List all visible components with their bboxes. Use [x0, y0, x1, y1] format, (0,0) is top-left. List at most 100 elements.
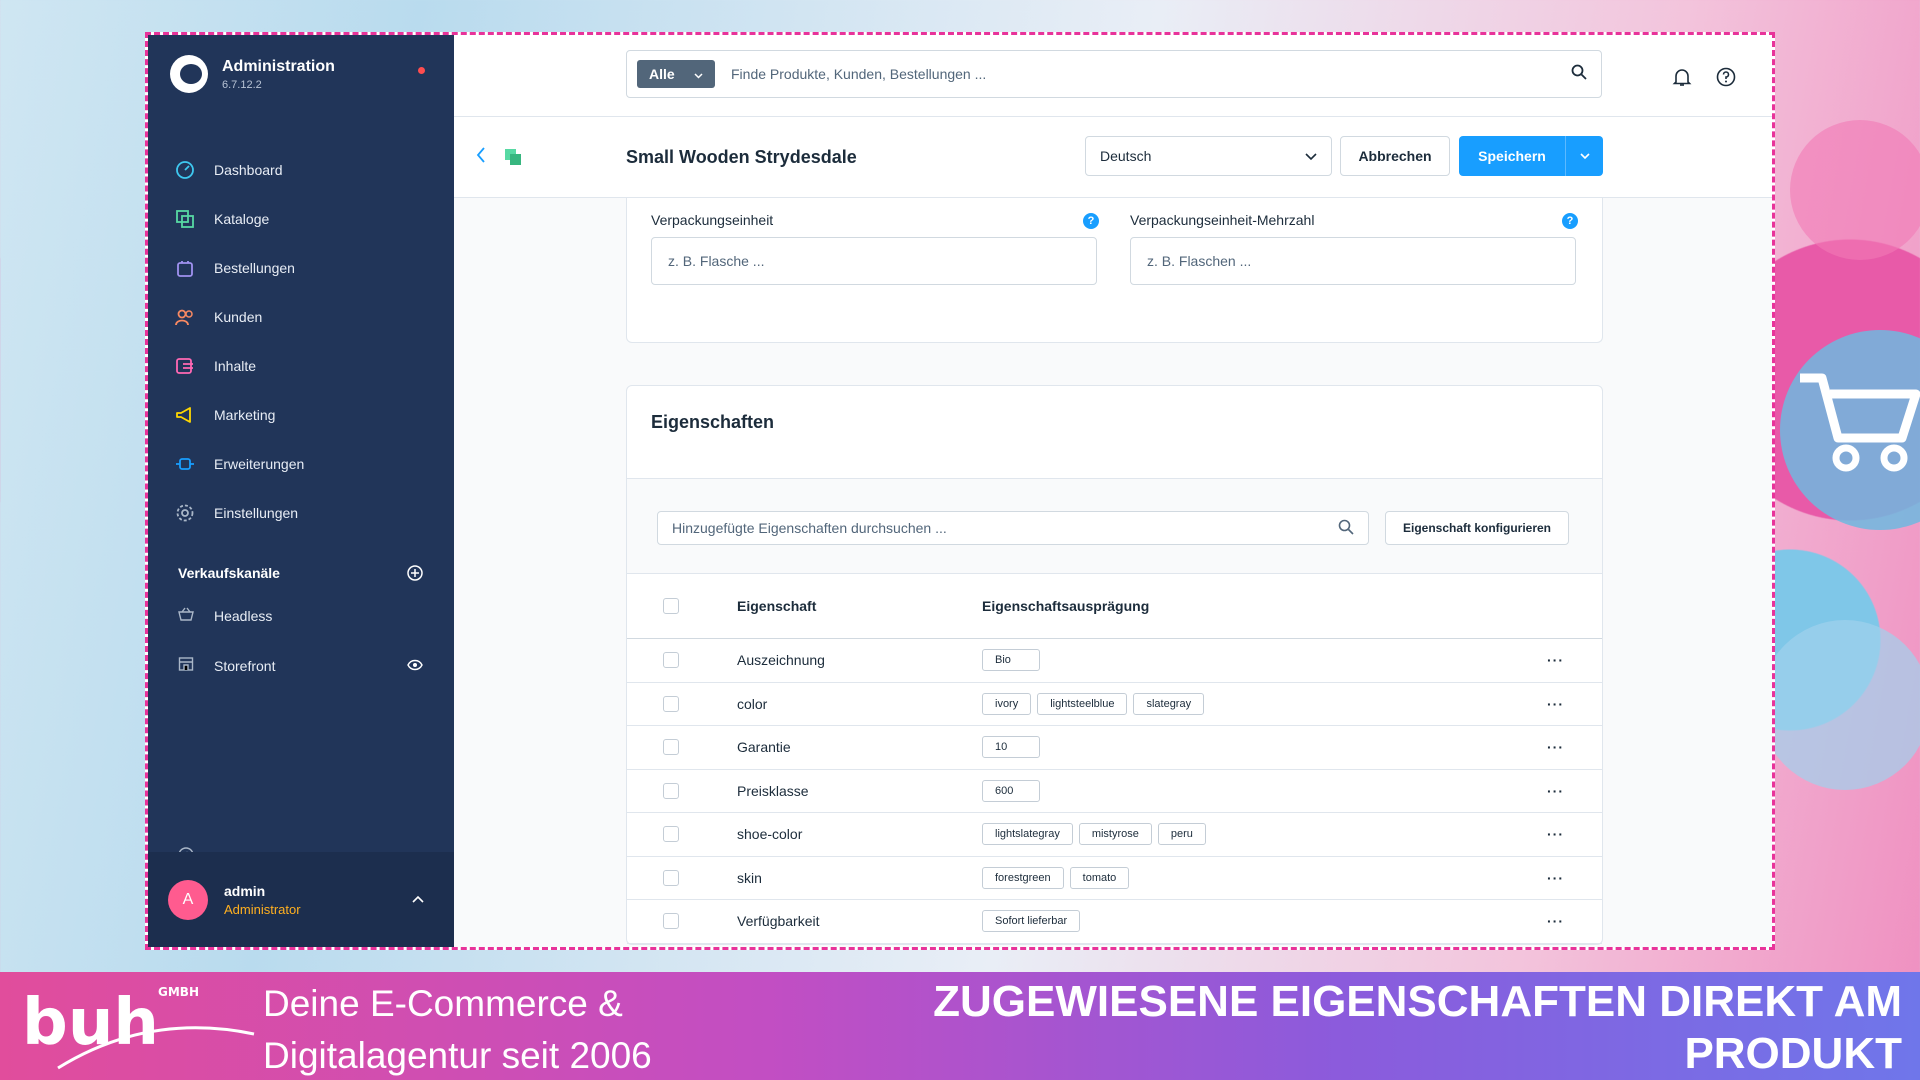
- properties-search-placeholder: Hinzugefügte Eigenschaften durchsuchen .…: [672, 520, 947, 536]
- table-row[interactable]: Preisklasse 600 ···: [627, 770, 1602, 813]
- table-row[interactable]: Verfügbarkeit Sofort lieferbar ···: [627, 900, 1602, 944]
- packaging-unit-input[interactable]: z. B. Flasche ...: [651, 237, 1097, 285]
- property-name: color: [737, 695, 768, 712]
- eye-icon[interactable]: [407, 658, 423, 674]
- row-checkbox[interactable]: [663, 913, 679, 930]
- row-checkbox[interactable]: [663, 826, 679, 843]
- packaging-plural-input[interactable]: z. B. Flaschen ...: [1130, 237, 1576, 285]
- nav-item-einstellungen[interactable]: Einstellungen: [174, 488, 434, 537]
- main-content: Alle Finde Produkte, Kunden, Bestellunge…: [454, 35, 1772, 947]
- configure-property-button[interactable]: Eigenschaft konfigurieren: [1385, 511, 1569, 545]
- dashboard-icon: [174, 159, 196, 181]
- gear-icon: [174, 502, 196, 524]
- help-icon[interactable]: ?: [1562, 213, 1578, 229]
- nav-item-inhalte[interactable]: Inhalte: [174, 341, 434, 390]
- user-name: admin: [224, 882, 266, 899]
- row-actions-button[interactable]: ···: [1547, 913, 1564, 929]
- search-filter-dropdown[interactable]: Alle: [637, 60, 715, 88]
- nav-item-marketing[interactable]: Marketing: [174, 390, 434, 439]
- select-all-checkbox[interactable]: [663, 598, 679, 614]
- column-header-property: Eigenschaft: [737, 598, 817, 614]
- search-icon[interactable]: [1571, 64, 1587, 85]
- help-icon[interactable]: ?: [1083, 213, 1099, 229]
- property-name: Preisklasse: [737, 782, 809, 799]
- property-name: skin: [737, 869, 762, 886]
- row-actions-button[interactable]: ···: [1547, 870, 1564, 886]
- row-actions-button[interactable]: ···: [1547, 739, 1564, 755]
- row-checkbox[interactable]: [663, 652, 679, 669]
- tagline-line-2: Digitalagentur seit 2006: [263, 1035, 652, 1076]
- value-tag: forestgreen: [982, 866, 1064, 889]
- search-filter-label: Alle: [649, 66, 675, 82]
- page-title: Small Wooden Strydesdale: [626, 147, 857, 167]
- customers-icon: [174, 306, 196, 328]
- nav-item-kunden[interactable]: Kunden: [174, 292, 434, 341]
- search-input[interactable]: Finde Produkte, Kunden, Bestellungen ...: [731, 66, 1571, 82]
- column-header-values: Eigenschaftsausprägung: [982, 598, 1150, 614]
- storefront-icon: [178, 656, 196, 675]
- svg-text:buh: buh: [22, 986, 159, 1060]
- save-options-toggle[interactable]: [1565, 136, 1603, 176]
- megaphone-icon: [174, 404, 196, 426]
- properties-table: Eigenschaft Eigenschaftsausprägung Ausze…: [627, 573, 1602, 944]
- row-actions-button[interactable]: ···: [1547, 783, 1564, 799]
- avatar: A: [168, 879, 208, 920]
- row-actions-button[interactable]: ···: [1547, 696, 1564, 712]
- brand[interactable]: Administration 6.7.12.2: [170, 55, 335, 93]
- table-row[interactable]: skin forestgreen tomato ···: [627, 857, 1602, 900]
- property-name: Verfügbarkeit: [737, 913, 820, 930]
- save-button[interactable]: Speichern: [1459, 136, 1603, 176]
- nav-item-erweiterungen[interactable]: Erweiterungen: [174, 439, 434, 488]
- bell-icon[interactable]: [1672, 67, 1692, 92]
- property-name: shoe-color: [737, 826, 803, 843]
- table-row[interactable]: Auszeichnung Bio ···: [627, 639, 1602, 683]
- headline-line-1: ZUGEWIESENE EIGENSCHAFTEN DIREKT AM: [933, 977, 1902, 1026]
- tagline: Deine E-Commerce & Digitalagentur seit 2…: [263, 978, 652, 1080]
- global-search: Alle Finde Produkte, Kunden, Bestellunge…: [626, 50, 1602, 98]
- packaging-card: Verpackungseinheit ? z. B. Flasche ... V…: [626, 198, 1603, 343]
- row-checkbox[interactable]: [663, 695, 679, 712]
- table-body: Auszeichnung Bio ··· color ivory lightsteelbl…: [627, 639, 1602, 944]
- value-tag: 600: [982, 779, 1040, 802]
- cancel-button[interactable]: Abbrechen: [1340, 136, 1450, 176]
- row-checkbox[interactable]: [663, 782, 679, 799]
- top-actions: [1672, 67, 1736, 92]
- row-checkbox[interactable]: [663, 739, 679, 756]
- channel-label: Headless: [214, 607, 273, 624]
- row-actions-button[interactable]: ···: [1547, 652, 1564, 668]
- property-values: 10: [982, 736, 1040, 759]
- nav-label: Erweiterungen: [214, 455, 305, 472]
- page-header: Small Wooden Strydesdale Deutsch Abbrech…: [454, 117, 1772, 198]
- row-actions-button[interactable]: ···: [1547, 826, 1564, 842]
- nav-item-dashboard[interactable]: Dashboard: [174, 145, 434, 194]
- basket-icon: [178, 607, 196, 624]
- value-tag: slategray: [1133, 692, 1205, 715]
- chevron-down-icon: [694, 66, 703, 82]
- table-row[interactable]: shoe-color lightslategray mistyrose peru ···: [627, 813, 1602, 857]
- language-select[interactable]: Deutsch: [1085, 136, 1332, 176]
- back-arrow-icon[interactable]: [476, 147, 486, 168]
- value-tag: peru: [1157, 823, 1206, 846]
- value-tag: tomato: [1069, 866, 1130, 889]
- status-dot: [418, 67, 425, 74]
- channel-headless[interactable]: Headless: [178, 607, 423, 624]
- app-title: Administration: [222, 57, 335, 75]
- headline: ZUGEWIESENE EIGENSCHAFTEN DIREKT AM PROD…: [842, 976, 1902, 1080]
- row-checkbox[interactable]: [663, 869, 679, 886]
- user-menu[interactable]: A admin Administrator: [148, 852, 454, 947]
- buh-logo: buh GMBH: [22, 985, 255, 1070]
- channel-storefront[interactable]: Storefront: [178, 656, 423, 675]
- properties-search-input[interactable]: Hinzugefügte Eigenschaften durchsuchen .…: [657, 511, 1369, 545]
- product-icon: [504, 148, 522, 171]
- table-row[interactable]: color ivory lightsteelblue slategray ···: [627, 683, 1602, 726]
- tagline-line-1: Deine E-Commerce &: [263, 983, 623, 1024]
- add-sales-channel-icon[interactable]: [407, 565, 423, 584]
- table-row[interactable]: Garantie 10 ···: [627, 726, 1602, 770]
- nav-label: Kunden: [214, 308, 263, 325]
- nav-item-kataloge[interactable]: Kataloge: [174, 194, 434, 243]
- chevron-up-icon[interactable]: [412, 892, 424, 906]
- nav-label: Kataloge: [214, 210, 270, 227]
- nav-item-bestellungen[interactable]: Bestellungen: [174, 243, 434, 292]
- search-icon: [1338, 519, 1354, 538]
- help-icon[interactable]: [1716, 67, 1736, 92]
